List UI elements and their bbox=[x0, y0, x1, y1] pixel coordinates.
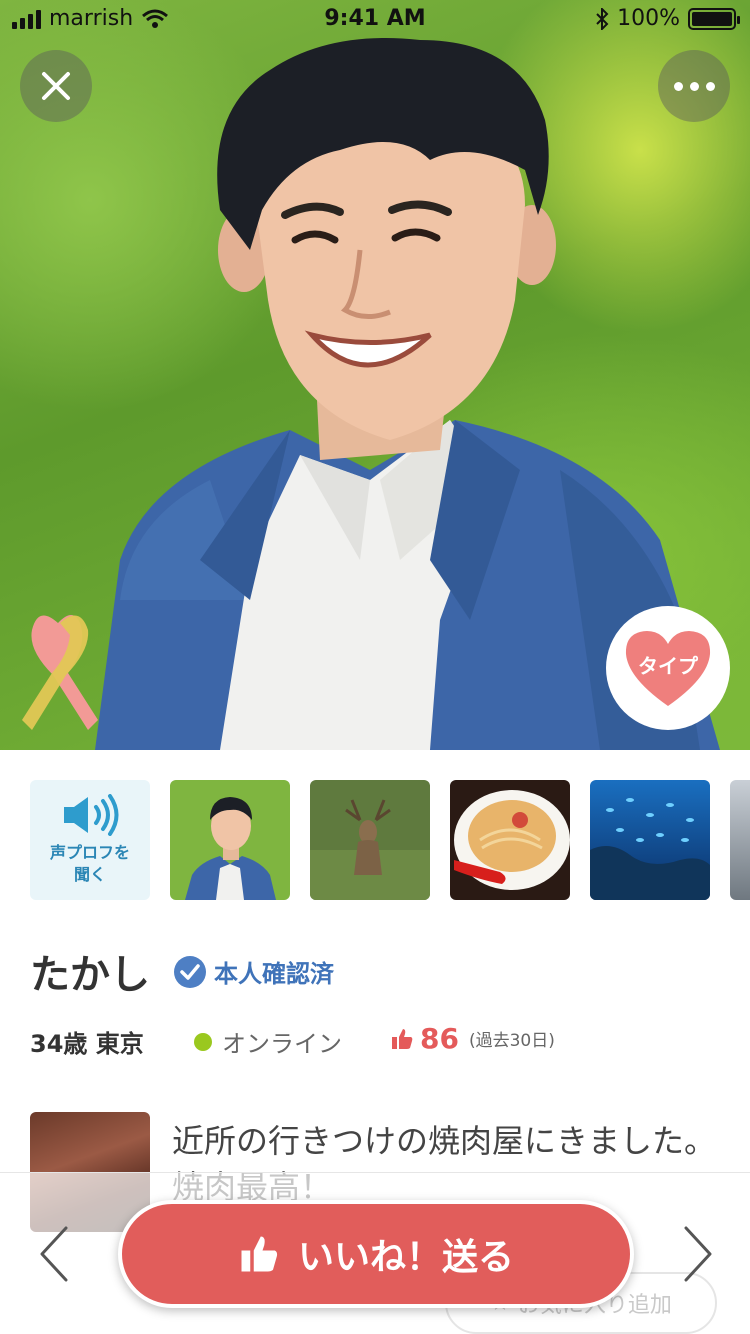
online-label: オンライン bbox=[222, 1030, 342, 1058]
verified-badge: 本人確認済 bbox=[174, 954, 334, 989]
profile-meta: 34歳 東京 オンライン 86 (過去30日) bbox=[30, 1022, 730, 1059]
more-icon bbox=[673, 81, 715, 91]
thumbnail-ocean-fish-photo[interactable] bbox=[590, 780, 710, 900]
online-status: オンライン bbox=[194, 1024, 342, 1059]
send-like-label: いいね！送る bbox=[297, 1237, 514, 1278]
age-location: 34歳 東京 bbox=[30, 1030, 144, 1058]
thumbs-up-icon bbox=[241, 1236, 278, 1272]
likes-period: (過去30日) bbox=[468, 1031, 555, 1051]
voice-profile-label: 声プロフを 聞く bbox=[49, 843, 130, 884]
photo-thumbnails: 声プロフを 聞く bbox=[30, 780, 710, 900]
close-button[interactable] bbox=[20, 50, 92, 122]
close-icon bbox=[42, 72, 70, 100]
online-dot-icon bbox=[194, 1032, 212, 1051]
thumbs-up-icon bbox=[392, 1028, 413, 1049]
profile-main-photo[interactable]: marrish 9:41 AM 100% タイプ bbox=[0, 0, 750, 750]
thumbnail-ramen-photo[interactable] bbox=[450, 780, 570, 900]
more-options-button[interactable] bbox=[658, 50, 730, 122]
send-like-button[interactable]: いいね！送る bbox=[118, 1200, 634, 1308]
type-label: タイプ bbox=[638, 654, 698, 678]
profile-name: たかし bbox=[30, 952, 150, 998]
likes-number: 86 bbox=[420, 1022, 459, 1055]
awareness-ribbon-icon bbox=[22, 615, 99, 730]
thumbnail-deer-photo[interactable] bbox=[310, 780, 430, 900]
thumbnail-partial[interactable] bbox=[730, 780, 750, 900]
bluetooth-icon bbox=[596, 7, 609, 30]
next-profile-button[interactable] bbox=[676, 1222, 716, 1286]
thumbnail-profile-photo[interactable] bbox=[170, 780, 290, 900]
battery-percent: 100% bbox=[617, 6, 680, 31]
previous-profile-button[interactable] bbox=[36, 1222, 76, 1286]
speaker-icon bbox=[64, 794, 119, 836]
verified-label: 本人確認済 bbox=[214, 960, 334, 988]
heart-icon: タイプ bbox=[623, 628, 713, 708]
voice-profile-button[interactable]: 声プロフを 聞く bbox=[30, 780, 150, 900]
checkmark-icon bbox=[174, 955, 206, 988]
status-right: 100% bbox=[595, 6, 740, 31]
status-bar: marrish 9:41 AM 100% bbox=[0, 0, 750, 40]
battery-icon bbox=[688, 7, 740, 30]
likes-count: 86 (過去30日) bbox=[390, 1022, 555, 1055]
type-button[interactable]: タイプ bbox=[606, 606, 730, 730]
